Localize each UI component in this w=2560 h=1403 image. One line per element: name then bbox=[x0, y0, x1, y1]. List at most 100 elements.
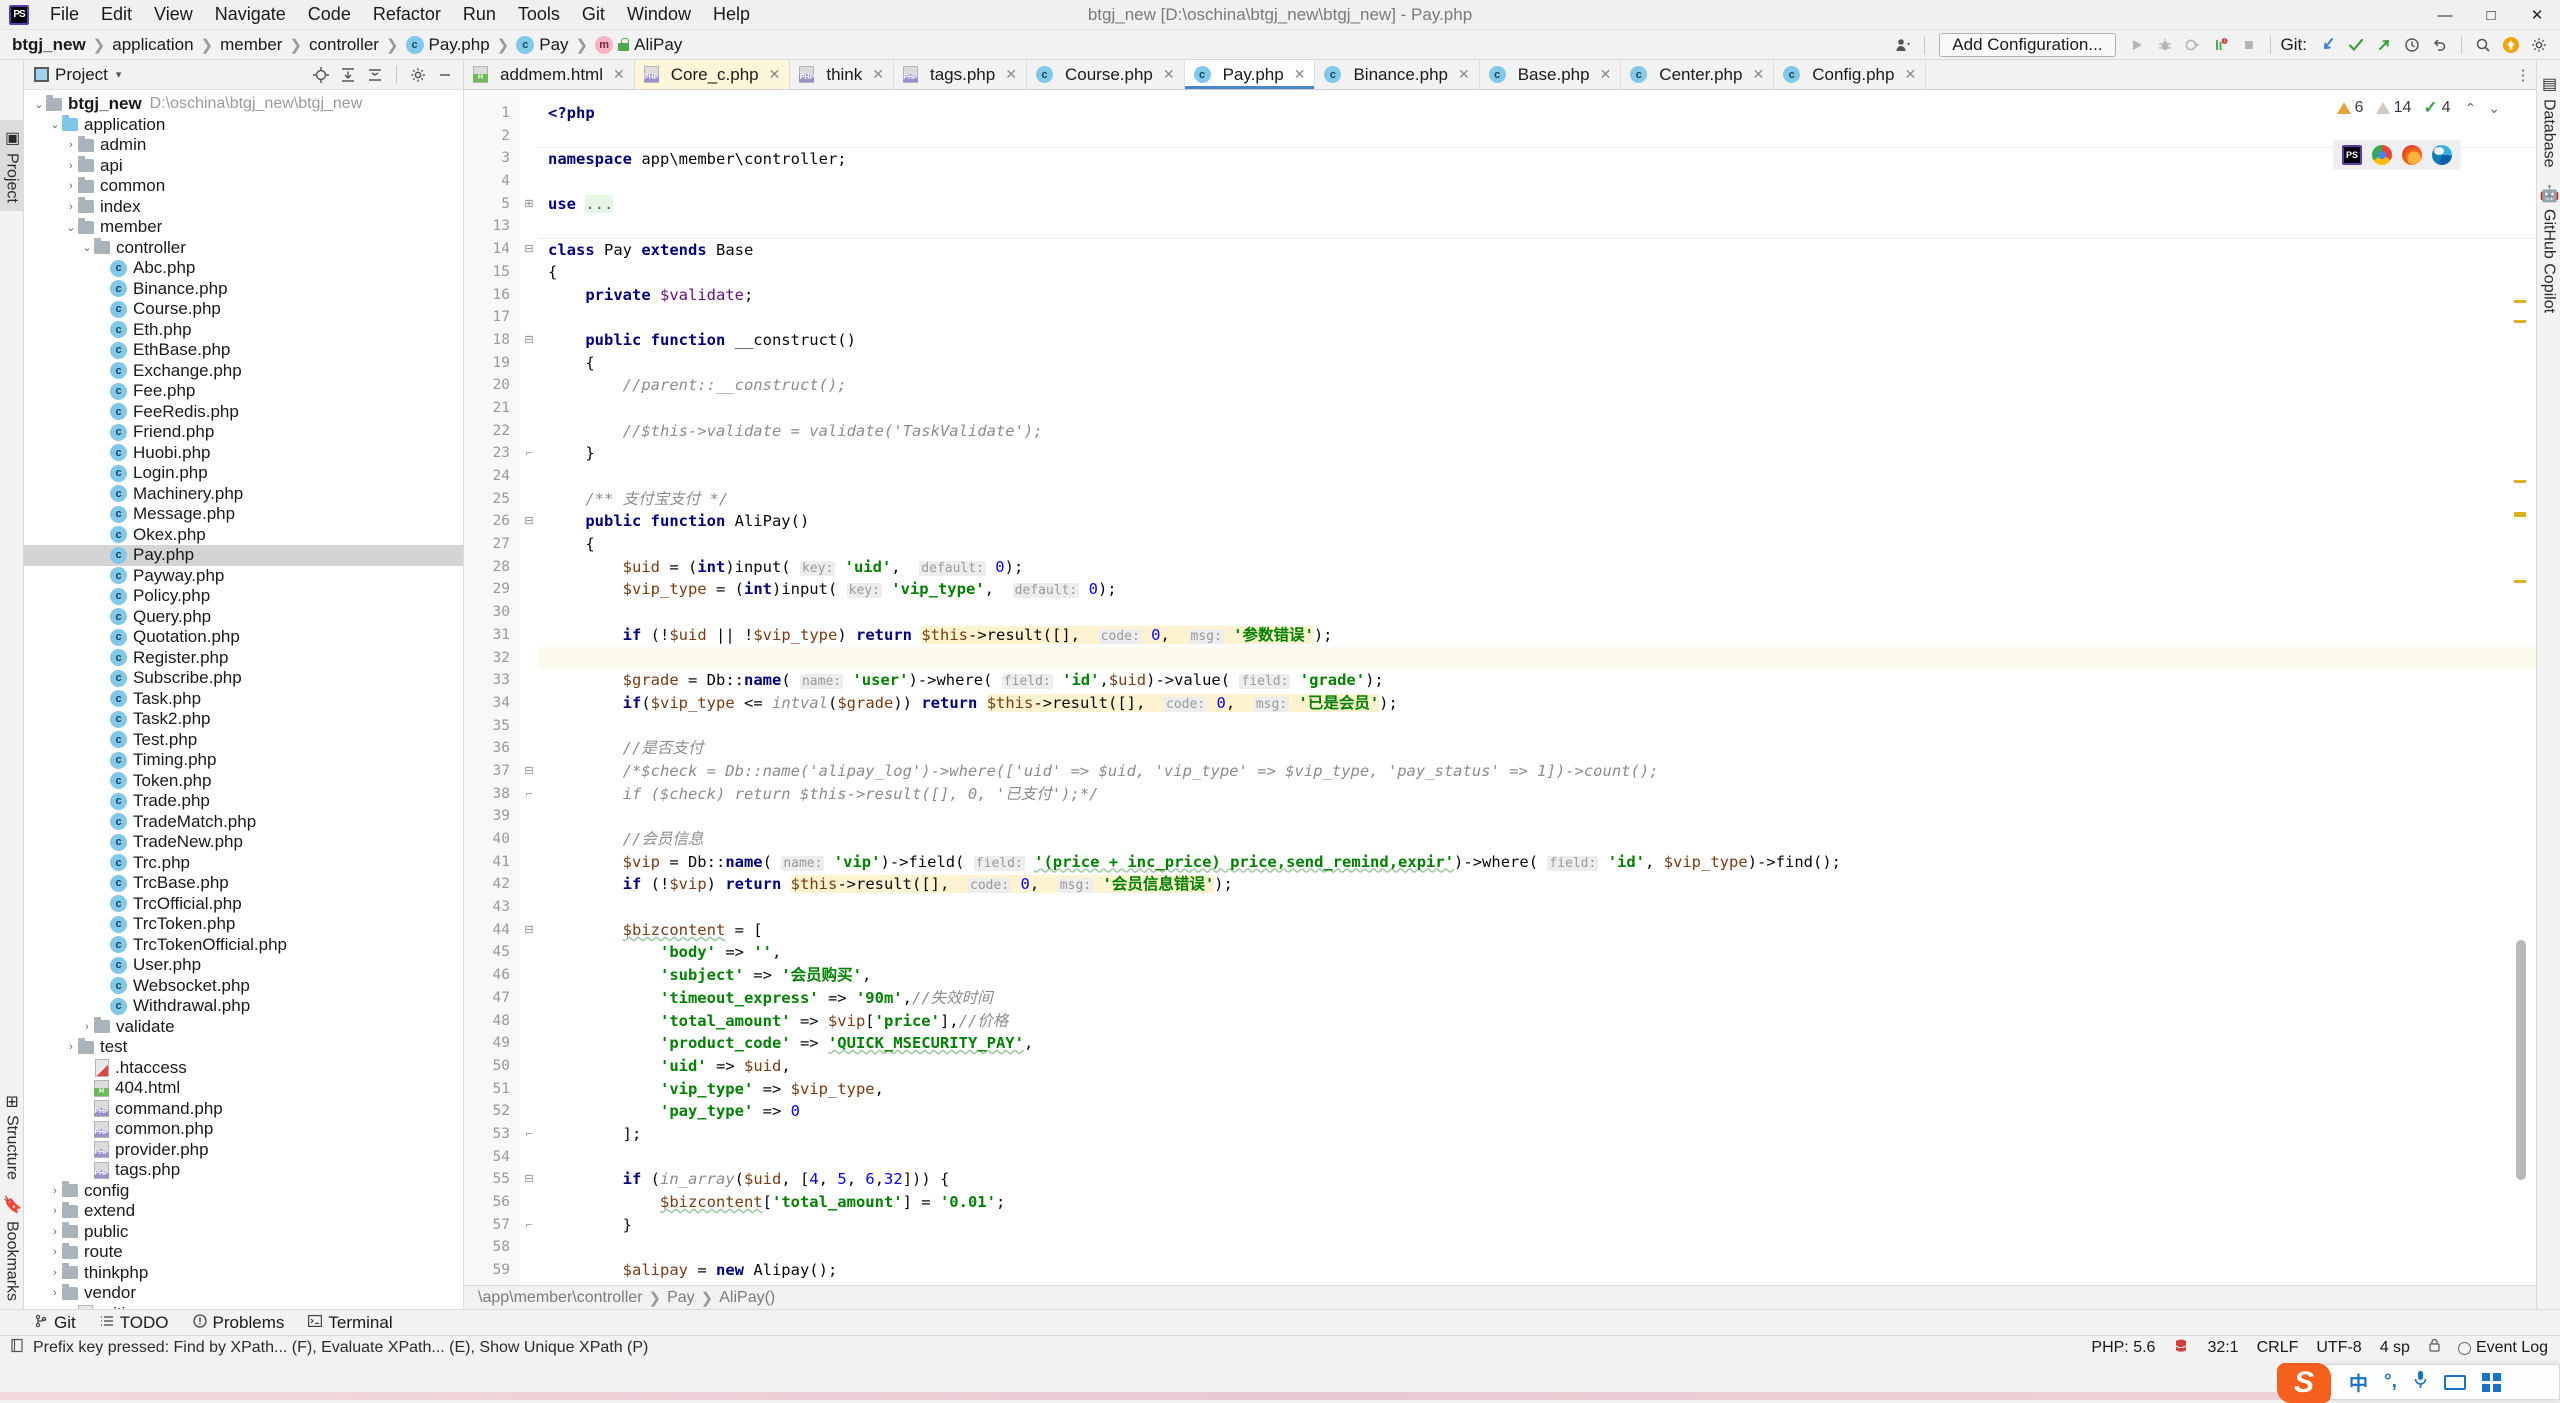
code-line[interactable]: namespace app\member\controller; bbox=[538, 147, 2536, 170]
tree-node[interactable]: ⌄btgj_newD:\oschina\btgj_new\btgj_new bbox=[24, 94, 463, 115]
tree-node[interactable]: ›admin bbox=[24, 135, 463, 156]
caret-position[interactable]: 32:1 bbox=[2198, 1337, 2247, 1359]
code-line[interactable]: public function __construct() bbox=[538, 329, 2536, 352]
breadcrumb-class[interactable]: Pay bbox=[667, 1289, 695, 1307]
tree-node[interactable]: ›extend bbox=[24, 1201, 463, 1222]
firefox-icon[interactable] bbox=[2402, 145, 2422, 165]
tree-node[interactable]: PHPcommon.php bbox=[24, 1119, 463, 1140]
tree-node[interactable]: cPayway.php bbox=[24, 566, 463, 587]
code-line[interactable]: public function AliPay() bbox=[538, 510, 2536, 533]
tree-node[interactable]: cQuotation.php bbox=[24, 627, 463, 648]
close-tab-icon[interactable]: ✕ bbox=[613, 66, 625, 83]
editor-tab[interactable]: cPay.php✕ bbox=[1185, 60, 1316, 89]
code-line[interactable]: /** 支付宝支付 */ bbox=[538, 488, 2536, 511]
tool-window-git[interactable]: Git bbox=[22, 1311, 88, 1335]
tree-node[interactable]: cToken.php bbox=[24, 771, 463, 792]
update-project-icon[interactable] bbox=[2315, 33, 2341, 57]
editor-marker-bar[interactable] bbox=[2514, 240, 2528, 1275]
ime-punctuation-toggle[interactable]: °, bbox=[2384, 1371, 2397, 1393]
editor-tab[interactable]: cBinance.php✕ bbox=[1315, 60, 1479, 89]
tree-node[interactable]: PHPcommand.php bbox=[24, 1099, 463, 1120]
chevron-right-icon[interactable]: › bbox=[80, 1021, 94, 1033]
code-line[interactable]: $vip_type = (int)input( key: 'vip_type',… bbox=[538, 578, 2536, 601]
tree-node[interactable]: cFeeRedis.php bbox=[24, 402, 463, 423]
breadcrumb-alipay-method[interactable]: mAliPay bbox=[589, 33, 688, 57]
tree-node[interactable]: ⌄controller bbox=[24, 238, 463, 259]
tree-node[interactable]: cBinance.php bbox=[24, 279, 463, 300]
tab-list-icon[interactable]: ⋮ bbox=[2510, 63, 2536, 87]
code-line[interactable]: $bizcontent['total_amount'] = '0.01'; bbox=[538, 1191, 2536, 1214]
editor-tab[interactable]: Haddmem.html✕ bbox=[464, 60, 635, 89]
code-line[interactable]: //parent::__construct(); bbox=[538, 374, 2536, 397]
tree-node[interactable]: cPolicy.php bbox=[24, 586, 463, 607]
code-line[interactable]: private $validate; bbox=[538, 284, 2536, 307]
breadcrumb-pay-php[interactable]: cPay.php bbox=[400, 33, 496, 57]
code-line[interactable]: 'total_amount' => $vip['price'],//价格 bbox=[538, 1010, 2536, 1033]
tree-node[interactable]: cRegister.php bbox=[24, 648, 463, 669]
close-tab-icon[interactable]: ✕ bbox=[1163, 66, 1175, 83]
code-line[interactable] bbox=[538, 1146, 2536, 1169]
minimize-button[interactable]: — bbox=[2422, 0, 2468, 30]
code-line[interactable] bbox=[538, 170, 2536, 193]
close-tab-icon[interactable]: ✕ bbox=[872, 66, 884, 83]
tree-node[interactable]: ⌄member bbox=[24, 217, 463, 238]
fold-marker[interactable]: ⊟ bbox=[520, 919, 538, 942]
close-tab-icon[interactable]: ✕ bbox=[1752, 66, 1764, 83]
fold-marker[interactable]: ⊟ bbox=[520, 760, 538, 783]
fold-marker[interactable]: ⌐ bbox=[520, 1214, 538, 1237]
close-tab-icon[interactable]: ✕ bbox=[1005, 66, 1017, 83]
gear-icon[interactable] bbox=[406, 64, 430, 86]
fold-marker[interactable]: ⊟ bbox=[520, 329, 538, 352]
ime-mode-toggle[interactable]: 中 bbox=[2349, 1369, 2368, 1396]
chevron-right-icon[interactable]: › bbox=[48, 1246, 62, 1258]
encoding[interactable]: UTF-8 bbox=[2307, 1337, 2370, 1359]
code-line[interactable]: 'timeout_express' => '90m',//失效时间 bbox=[538, 987, 2536, 1010]
collapse-all-icon[interactable] bbox=[363, 64, 387, 86]
target-icon[interactable] bbox=[309, 64, 333, 86]
user-icon[interactable] bbox=[1890, 33, 1916, 57]
fold-marker[interactable]: ⌐ bbox=[520, 783, 538, 806]
sogou-logo-icon[interactable]: S bbox=[2277, 1363, 2331, 1403]
push-icon[interactable] bbox=[2371, 33, 2397, 57]
editor-tab[interactable]: cConfig.php✕ bbox=[1774, 60, 1926, 89]
tree-node[interactable]: ›api bbox=[24, 156, 463, 177]
code-line[interactable] bbox=[538, 465, 2536, 488]
breadcrumb-pay-class[interactable]: cPay bbox=[510, 33, 574, 57]
editor-tab-bar[interactable]: Haddmem.html✕PHPCore_c.php✕PHPthink✕PHPt… bbox=[464, 60, 2536, 90]
chevron-right-icon[interactable]: › bbox=[64, 139, 78, 151]
chevron-right-icon[interactable]: › bbox=[48, 1205, 62, 1217]
chevron-down-icon[interactable]: ▾ bbox=[116, 68, 122, 81]
chevron-right-icon[interactable]: › bbox=[64, 201, 78, 213]
close-tab-icon[interactable]: ✕ bbox=[1294, 66, 1306, 83]
tree-node[interactable]: ⊘.gitignore bbox=[24, 1304, 463, 1310]
tool-window-problems[interactable]: Problems bbox=[181, 1311, 297, 1335]
history-icon[interactable] bbox=[2399, 33, 2425, 57]
tree-node[interactable]: ›thinkphp bbox=[24, 1263, 463, 1284]
code-line[interactable]: use ... bbox=[538, 193, 2536, 216]
settings-icon[interactable] bbox=[2526, 33, 2552, 57]
project-tree[interactable]: ⌄btgj_newD:\oschina\btgj_new\btgj_new⌄ap… bbox=[24, 90, 463, 1309]
code-line[interactable]: if (!$vip) return $this->result([], code… bbox=[538, 873, 2536, 896]
expand-all-icon[interactable] bbox=[336, 64, 360, 86]
code-line[interactable]: <?php bbox=[538, 102, 2536, 125]
add-configuration-button[interactable]: Add Configuration... bbox=[1939, 33, 2115, 57]
breadcrumb-method[interactable]: AliPay() bbox=[719, 1289, 775, 1307]
editor-scrollbar-thumb[interactable] bbox=[2516, 940, 2526, 1180]
menu-view[interactable]: View bbox=[143, 1, 204, 28]
tree-node[interactable]: cMachinery.php bbox=[24, 484, 463, 505]
code-line[interactable] bbox=[538, 1236, 2536, 1259]
tree-node[interactable]: cMessage.php bbox=[24, 504, 463, 525]
code-line[interactable]: 'body' => '', bbox=[538, 941, 2536, 964]
maximize-button[interactable]: □ bbox=[2468, 0, 2514, 30]
tree-node[interactable]: cUser.php bbox=[24, 955, 463, 976]
apps-icon[interactable] bbox=[2482, 1373, 2501, 1392]
code-line[interactable]: //$this->validate = validate('TaskValida… bbox=[538, 420, 2536, 443]
sidebar-item-structure[interactable]: ⊞ Structure bbox=[0, 1087, 24, 1187]
tree-node[interactable]: PHPtags.php bbox=[24, 1160, 463, 1181]
tree-node[interactable]: cExchange.php bbox=[24, 361, 463, 382]
php-version-indicator[interactable]: PHP: 5.6 bbox=[2082, 1337, 2164, 1359]
inspection-widget[interactable]: 6 14 ✓ 4 ⌃ ⌄ bbox=[2329, 96, 2508, 120]
breadcrumb-controller[interactable]: controller bbox=[303, 33, 385, 57]
tool-window-terminal[interactable]: Terminal bbox=[296, 1311, 404, 1335]
code-line[interactable]: if($vip_type <= intval($grade)) return $… bbox=[538, 692, 2536, 715]
